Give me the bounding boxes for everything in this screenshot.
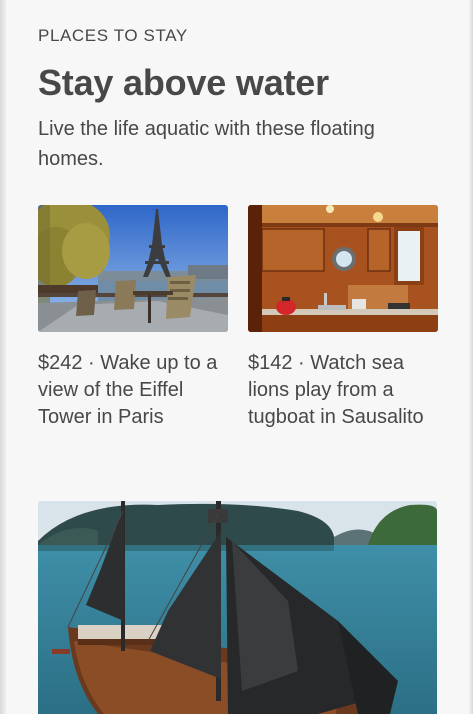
listing-price: $242	[38, 352, 83, 374]
listing-card-paris[interactable]: $242 · Wake up to a view of the Eiffel T…	[38, 205, 238, 465]
eiffel-houseboat-photo	[38, 205, 228, 332]
price-separator: ·	[292, 352, 311, 374]
listing-photo-sausalito[interactable]	[248, 205, 438, 332]
listing-caption-sausalito: $142 · Watch sea lions play from a tugbo…	[248, 350, 448, 431]
listing-photo-paris[interactable]	[38, 205, 228, 332]
left-edge-shadow	[0, 0, 6, 714]
listing-price: $142	[248, 352, 293, 374]
listing-caption-paris: $242 · Wake up to a view of the Eiffel T…	[38, 350, 238, 431]
section-title: Stay above water	[38, 62, 329, 103]
tugboat-kitchen-photo	[248, 205, 438, 332]
price-separator: ·	[82, 352, 101, 374]
places-to-stay-screen: PLACES TO STAY Stay above water Live the…	[0, 0, 473, 714]
right-edge-shadow	[469, 0, 473, 714]
section-subtitle: Live the life aquatic with these floatin…	[38, 118, 375, 170]
listing-photo-junk-ship[interactable]	[38, 501, 437, 714]
listing-card-sausalito[interactable]: $142 · Watch sea lions play from a tugbo…	[248, 205, 448, 465]
junk-ship-bay-photo	[38, 501, 437, 714]
section-eyebrow: PLACES TO STAY	[38, 26, 188, 45]
